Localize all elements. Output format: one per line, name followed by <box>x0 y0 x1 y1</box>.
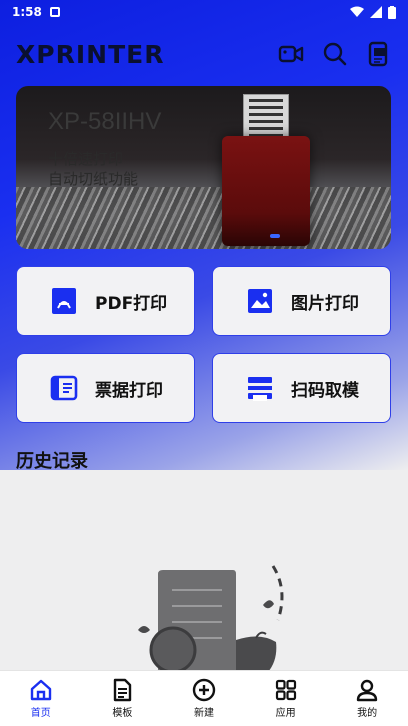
status-time: 1:58 <box>12 5 42 19</box>
banner-floor-texture <box>16 187 391 249</box>
search-icon[interactable] <box>322 41 348 67</box>
tab-home[interactable]: 首页 <box>0 671 82 726</box>
tab-templates-label: 模板 <box>112 708 133 719</box>
tab-profile[interactable]: 我的 <box>326 671 408 726</box>
bottom-tab-bar: 首页 模板 新建 应用 我的 <box>0 670 408 726</box>
image-icon <box>245 286 275 316</box>
status-bar: 1:58 <box>0 0 408 24</box>
history-section-title: 历史记录 <box>16 451 88 472</box>
tab-templates[interactable]: 模板 <box>82 671 164 726</box>
tab-new-label: 新建 <box>193 708 214 719</box>
battery-icon <box>388 5 396 19</box>
banner-tagline-2: 自动切纸功能 <box>48 170 139 188</box>
tab-apps[interactable]: 应用 <box>245 671 327 726</box>
video-icon[interactable] <box>278 41 304 67</box>
brand-logo: XPRINTER <box>16 39 165 69</box>
image-print-label: 图片打印 <box>291 293 359 314</box>
promo-banner[interactable]: XP-58IIHV 十倍速打印 自动切纸功能 <box>16 86 391 249</box>
home-icon <box>29 678 53 702</box>
tab-profile-label: 我的 <box>357 708 378 719</box>
tab-apps-label: 应用 <box>275 708 296 719</box>
receipt-print-button[interactable]: 票据打印 <box>16 353 195 423</box>
printer-led <box>270 234 280 238</box>
empty-history-illustration <box>128 560 288 672</box>
notification-icon <box>49 7 60 17</box>
printer-device-icon[interactable] <box>366 41 392 67</box>
grid-icon <box>274 678 298 702</box>
banner-printer-image <box>222 136 310 246</box>
banner-model-name: XP-58IIHV <box>48 108 162 135</box>
receipt-icon <box>49 373 79 403</box>
banner-tagline-1: 十倍速打印 <box>48 150 124 168</box>
receipt-print-label: 票据打印 <box>95 380 163 401</box>
plus-circle-icon <box>192 678 216 702</box>
tab-new[interactable]: 新建 <box>163 671 245 726</box>
document-icon <box>110 678 134 702</box>
pdf-print-label: PDF打印 <box>95 293 168 314</box>
signal-icon <box>370 6 382 18</box>
pdf-print-button[interactable]: PDF打印 <box>16 266 195 336</box>
tab-home-label: 首页 <box>30 708 51 719</box>
pdf-icon <box>49 286 79 316</box>
user-icon <box>355 678 379 702</box>
wifi-icon <box>350 6 364 17</box>
scan-template-button[interactable]: 扫码取模 <box>212 353 391 423</box>
image-print-button[interactable]: 图片打印 <box>212 266 391 336</box>
app-bar: XPRINTER <box>16 38 392 70</box>
scan-icon <box>245 373 275 403</box>
scan-template-label: 扫码取模 <box>291 380 359 401</box>
